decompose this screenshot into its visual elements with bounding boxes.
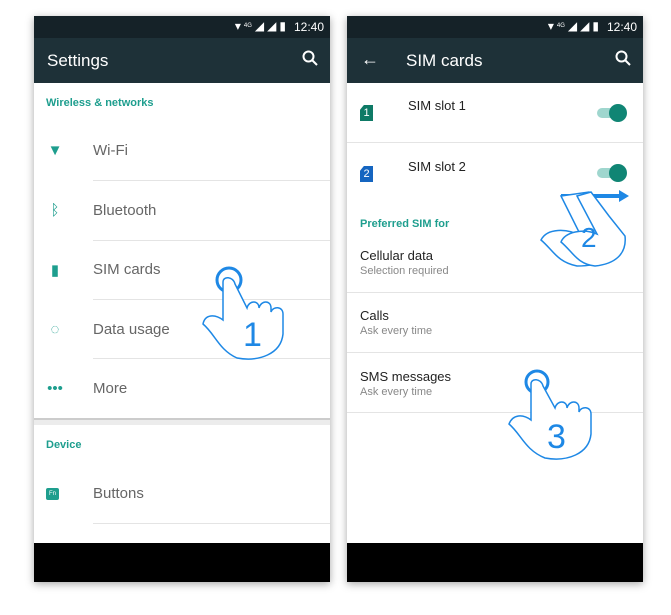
navigation-bar	[34, 543, 330, 582]
settings-item-more[interactable]: ••• More	[34, 374, 330, 404]
section-header-preferred: Preferred SIM for	[360, 218, 450, 230]
navigation-bar	[347, 543, 643, 582]
status-bar: ▾ 4G ◢ ◢ ▮ 12:40	[347, 16, 643, 38]
tap-gesture-3: 3	[505, 368, 605, 468]
item-label: More	[93, 380, 128, 397]
pref-subtitle: Ask every time	[360, 325, 433, 337]
tap-gesture-1: 1	[195, 262, 295, 372]
settings-item-bluetooth[interactable]: ᛒ Bluetooth	[34, 196, 330, 226]
divider	[93, 523, 330, 524]
search-icon[interactable]	[302, 50, 318, 66]
network-type: 4G	[243, 23, 252, 29]
divider	[347, 292, 643, 293]
status-bar: ▾ 4G ◢ ◢ ▮ 12:40	[34, 16, 330, 38]
data-usage-icon: ◌	[50, 321, 60, 338]
item-label: Buttons	[93, 485, 144, 502]
item-label: SIM cards	[93, 261, 161, 278]
sim-1-icon: 1	[360, 105, 373, 121]
page-title: Settings	[47, 51, 109, 70]
sim-cards-phone: ▾ 4G ◢ ◢ ▮ 12:40 ← SIM cards 1 SIM slot 1 2 …	[347, 16, 643, 582]
app-bar: Settings	[34, 38, 330, 83]
pref-subtitle: Selection required	[360, 265, 449, 277]
back-button[interactable]	[254, 559, 276, 568]
cell-signal-icon: ◢	[567, 19, 578, 33]
item-label: Wi-Fi	[93, 142, 128, 159]
section-header-wireless: Wireless & networks	[46, 97, 154, 109]
clock: 12:40	[293, 20, 324, 34]
pref-title: Calls	[360, 308, 389, 323]
divider	[347, 142, 643, 143]
sim-slot-1-toggle[interactable]	[597, 104, 627, 122]
more-icon: •••	[47, 380, 63, 397]
pref-title: Cellular data	[360, 248, 433, 263]
search-icon[interactable]	[615, 50, 631, 66]
sim-card-icon: ▮	[50, 262, 60, 279]
settings-item-buttons[interactable]: Fn Buttons	[34, 479, 330, 509]
gesture-step-number: 1	[243, 316, 262, 354]
fn-buttons-icon: Fn	[46, 488, 59, 500]
section-separator	[34, 418, 330, 425]
home-button[interactable]	[171, 560, 193, 566]
app-bar: ← SIM cards	[347, 38, 643, 83]
sim-2-icon: 2	[360, 166, 373, 182]
wifi-signal-icon: ▾	[547, 19, 554, 33]
item-label: Data usage	[93, 321, 170, 338]
cell-signal-icon: ◢	[267, 19, 277, 33]
wifi-signal-icon: ▾	[234, 19, 241, 33]
sim-slot-label: SIM slot 2	[408, 159, 466, 174]
battery-icon: ▮	[279, 19, 286, 33]
back-button[interactable]	[567, 559, 589, 568]
back-arrow-icon[interactable]: ←	[361, 49, 379, 70]
home-button[interactable]	[484, 560, 506, 566]
divider	[93, 180, 330, 181]
network-type: 4G	[556, 23, 565, 29]
cell-signal-icon: ◢	[254, 19, 265, 33]
settings-item-wifi[interactable]: ▼ Wi-Fi	[34, 136, 330, 166]
wifi-icon: ▼	[47, 142, 63, 159]
bluetooth-icon: ᛒ	[50, 202, 60, 219]
pref-title: SMS messages	[360, 369, 452, 384]
section-header-device: Device	[46, 439, 82, 451]
cell-signal-icon: ◢	[580, 19, 590, 33]
page-title: SIM cards	[406, 51, 483, 70]
sim-slot-2-toggle[interactable]	[597, 164, 627, 182]
divider	[347, 352, 643, 353]
sim-slot-label: SIM slot 1	[408, 98, 466, 113]
pref-subtitle: Ask every time	[360, 386, 433, 398]
recents-button[interactable]	[89, 561, 111, 565]
divider	[93, 240, 330, 241]
recents-button[interactable]	[402, 561, 424, 565]
gesture-step-number: 3	[547, 418, 566, 456]
gesture-step-number: 2	[581, 222, 597, 253]
clock: 12:40	[606, 20, 637, 34]
battery-icon: ▮	[592, 19, 599, 33]
swipe-gesture-2: 2	[537, 188, 633, 268]
item-label: Bluetooth	[93, 202, 157, 219]
